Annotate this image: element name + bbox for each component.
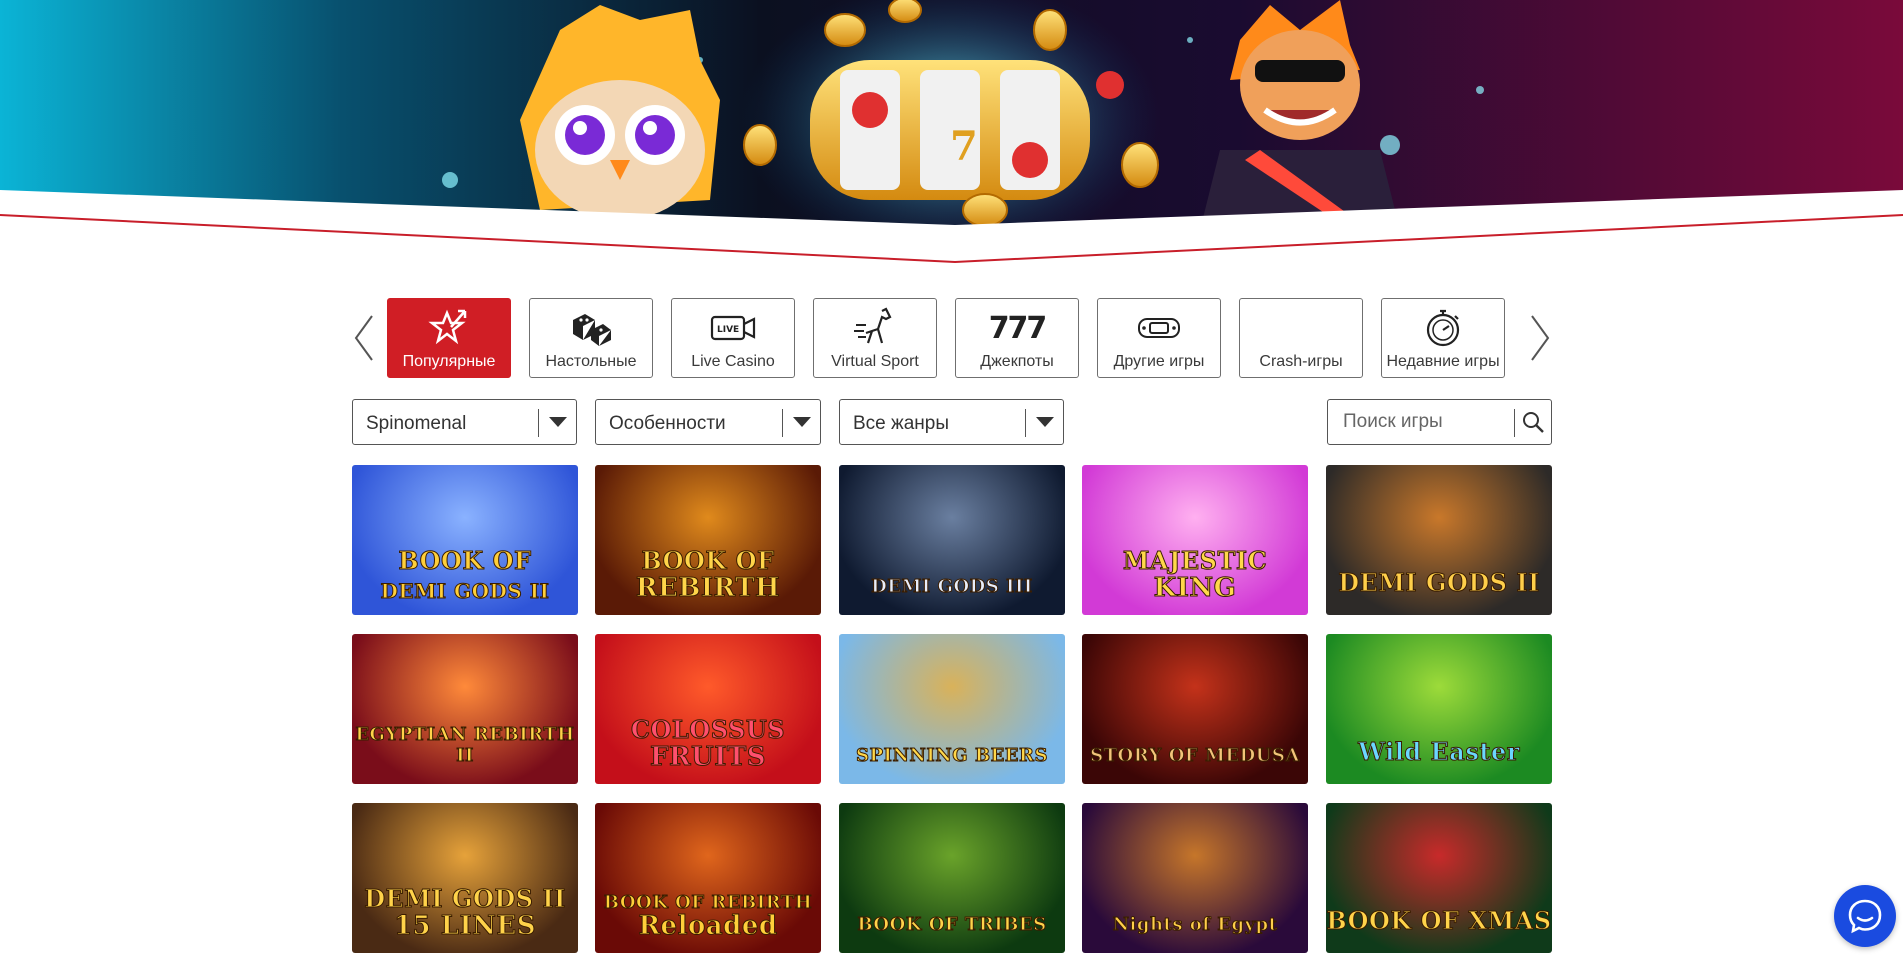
game-title: EGYPTIAN REBIRTH II bbox=[355, 724, 575, 767]
category-label: Другие игры bbox=[1113, 353, 1205, 370]
category-label: Джекпоты bbox=[980, 353, 1054, 370]
game-title: Wild Easter bbox=[1358, 737, 1520, 767]
game-title: DEMI GODS III bbox=[871, 576, 1033, 598]
game-title: DEMI GODS II bbox=[1338, 568, 1540, 598]
game-title: BOOK OF bbox=[398, 546, 532, 576]
game-tile[interactable]: DEMI GODS II 15 LINES bbox=[352, 803, 578, 953]
category-virtual-sport[interactable]: Virtual Sport bbox=[813, 298, 937, 378]
genre-select-value: Все жанры bbox=[853, 413, 950, 434]
caret-down-icon bbox=[549, 417, 567, 427]
game-tile[interactable]: BOOK OF DEMI GODS II bbox=[352, 465, 578, 615]
game-title-line2: 15 LINES bbox=[393, 911, 537, 942]
banner-artwork: 7 bbox=[0, 0, 1903, 265]
genre-select[interactable]: Все жанры bbox=[839, 399, 1064, 445]
carousel-next-button[interactable] bbox=[1526, 314, 1552, 362]
game-title: BOOK OF bbox=[641, 546, 775, 576]
game-title-line2: DEMI GODS II bbox=[380, 579, 550, 604]
chat-button[interactable] bbox=[1834, 885, 1896, 947]
svg-text:7: 7 bbox=[950, 123, 978, 170]
game-tile[interactable]: DEMI GODS III bbox=[839, 465, 1065, 615]
category-crash-games[interactable]: Crash-игры bbox=[1239, 298, 1363, 378]
category-live-casino[interactable]: LIVE Live Casino bbox=[671, 298, 795, 378]
chevron-right-icon bbox=[1531, 315, 1550, 361]
category-carousel: Популярные Настольные LIVE Live Casino V… bbox=[352, 298, 1552, 378]
category-label: Настольные bbox=[545, 353, 637, 370]
category-jackpots[interactable]: 777 Джекпоты bbox=[955, 298, 1079, 378]
provider-select-value: Spinomenal bbox=[366, 413, 467, 434]
category-popular[interactable]: Популярные bbox=[387, 298, 511, 378]
provider-select[interactable]: Spinomenal bbox=[352, 399, 577, 445]
caret-down-icon bbox=[793, 417, 811, 427]
game-tile[interactable]: DEMI GODS II bbox=[1326, 465, 1552, 615]
game-title: MAJESTIC bbox=[1122, 546, 1268, 576]
game-tile[interactable]: BOOK OF TRIBES bbox=[839, 803, 1065, 953]
caret-down-icon bbox=[1036, 417, 1054, 427]
svg-text:LIVE: LIVE bbox=[717, 325, 739, 335]
game-title-line2: FRUITS bbox=[649, 742, 767, 773]
category-label: Популярные bbox=[402, 353, 496, 370]
game-title-line2: REBIRTH bbox=[635, 573, 781, 604]
category-label: Недавние игры bbox=[1386, 353, 1500, 370]
game-tile[interactable]: COLOSSUS FRUITS bbox=[595, 634, 821, 784]
game-title: BOOK OF REBIRTH bbox=[603, 892, 813, 914]
gamepad-icon bbox=[1098, 307, 1220, 349]
category-label: Virtual Sport bbox=[831, 353, 919, 370]
carousel-prev-button[interactable] bbox=[352, 314, 378, 362]
game-title-line2: Reloaded bbox=[638, 911, 778, 942]
category-recent-games[interactable]: Недавние игры bbox=[1381, 298, 1505, 378]
game-title: STORY OF MEDUSA bbox=[1090, 745, 1300, 767]
search-input[interactable] bbox=[1329, 401, 1509, 443]
game-tile[interactable]: EGYPTIAN REBIRTH II bbox=[352, 634, 578, 784]
game-tile[interactable]: Wild Easter bbox=[1326, 634, 1552, 784]
search-icon[interactable] bbox=[1521, 410, 1545, 434]
game-tile[interactable]: STORY OF MEDUSA bbox=[1082, 634, 1308, 784]
game-tile[interactable]: BOOK OF XMAS bbox=[1326, 803, 1552, 953]
chevron-left-icon bbox=[354, 315, 373, 361]
features-select-value: Особенности bbox=[609, 413, 726, 434]
game-search bbox=[1327, 399, 1552, 445]
game-tile[interactable]: MAJESTIC KING bbox=[1082, 465, 1308, 615]
star-arrow-icon bbox=[388, 307, 510, 349]
game-title: Nights of Egypt bbox=[1112, 914, 1278, 936]
game-title: BOOK OF TRIBES bbox=[857, 914, 1047, 936]
game-title: BOOK OF XMAS bbox=[1326, 906, 1552, 936]
horse-icon bbox=[814, 307, 936, 349]
game-title-line2: KING bbox=[1153, 573, 1237, 604]
stopwatch-icon bbox=[1382, 307, 1504, 349]
game-tile[interactable]: BOOK OF REBIRTH Reloaded bbox=[595, 803, 821, 953]
game-tile[interactable]: Nights of Egypt bbox=[1082, 803, 1308, 953]
category-other-games[interactable]: Другие игры bbox=[1097, 298, 1221, 378]
777-icon: 777 bbox=[988, 310, 1048, 346]
game-tile[interactable]: SPINNING BEERS bbox=[839, 634, 1065, 784]
features-select[interactable]: Особенности bbox=[595, 399, 821, 445]
hero-banner: 7 bbox=[0, 0, 1903, 265]
game-title: COLOSSUS bbox=[630, 715, 786, 745]
game-tile[interactable]: BOOK OF REBIRTH bbox=[595, 465, 821, 615]
game-title: SPINNING BEERS bbox=[856, 745, 1048, 767]
category-table-games[interactable]: Настольные bbox=[529, 298, 653, 378]
chat-bubble-icon bbox=[1848, 899, 1882, 934]
category-label: Crash-игры bbox=[1259, 353, 1343, 370]
dice-icon bbox=[530, 307, 652, 349]
live-camera-icon: LIVE bbox=[672, 307, 794, 349]
category-label: Live Casino bbox=[691, 353, 775, 370]
game-title: DEMI GODS II bbox=[364, 884, 566, 914]
